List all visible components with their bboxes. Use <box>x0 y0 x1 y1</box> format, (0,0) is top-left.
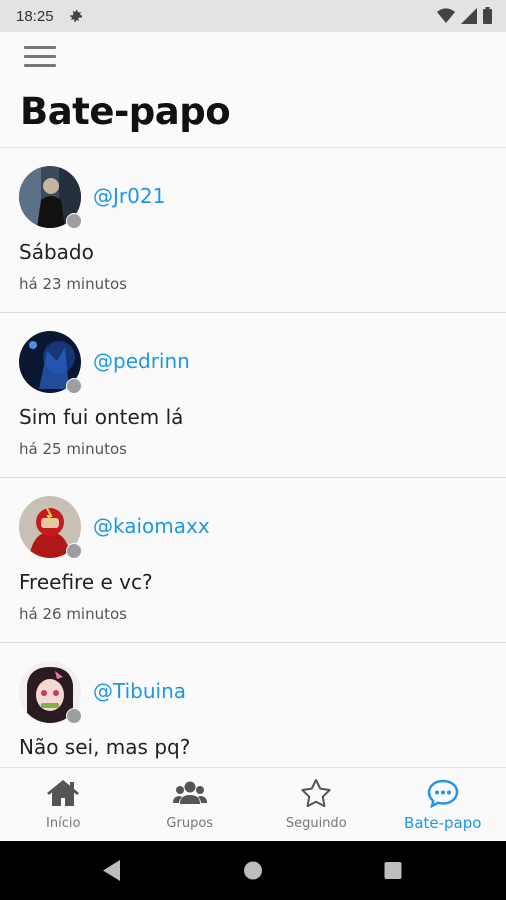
chat-username[interactable]: @Jr021 <box>93 184 165 208</box>
chat-message: Sábado <box>19 240 94 264</box>
chat-message: Não sei, mas pq? <box>19 735 191 759</box>
nav-item-seguindo[interactable]: Seguindo <box>253 768 380 842</box>
chat-username[interactable]: @kaiomaxx <box>93 514 210 538</box>
chat-list-item[interactable]: @Jr021 Sábado há 23 minutos <box>0 148 506 313</box>
recents-icon[interactable] <box>363 841 423 900</box>
bottom-navigation: Início Grupos Seguindo Bate-papo <box>0 767 506 842</box>
chat-list-item[interactable]: @pedrinn Sim fui ontem lá há 25 minutos <box>0 313 506 478</box>
avatar[interactable] <box>19 331 82 394</box>
chat-list-item[interactable]: @Tibuina Não sei, mas pq? <box>0 643 506 767</box>
nav-label: Grupos <box>166 816 214 831</box>
chat-username[interactable]: @pedrinn <box>93 349 190 373</box>
menu-icon <box>24 46 56 49</box>
page-title: Bate-papo <box>20 90 231 133</box>
chat-time: há 25 minutos <box>19 440 127 458</box>
status-time: 18:25 <box>16 7 54 25</box>
nav-item-grupos[interactable]: Grupos <box>127 768 254 842</box>
system-navigation-bar <box>0 841 506 900</box>
nav-label: Seguindo <box>285 816 347 831</box>
presence-indicator <box>66 213 82 229</box>
presence-indicator <box>66 708 82 724</box>
back-icon[interactable] <box>82 841 142 900</box>
home-button-icon[interactable] <box>223 841 283 900</box>
chat-time: há 26 minutos <box>19 605 127 623</box>
battery-icon <box>483 7 492 24</box>
chat-username[interactable]: @Tibuina <box>93 679 186 703</box>
nav-item-inicio[interactable]: Início <box>0 768 127 842</box>
wifi-icon <box>437 7 455 23</box>
home-icon <box>47 780 80 806</box>
nav-item-bate-papo[interactable]: Bate-papo <box>380 768 506 842</box>
gear-icon <box>69 10 82 22</box>
avatar[interactable] <box>19 166 82 229</box>
chat-message: Freefire e vc? <box>19 570 153 594</box>
presence-indicator <box>66 378 82 394</box>
presence-indicator <box>66 543 82 559</box>
group-icon <box>172 781 207 804</box>
status-bar: 18:25 <box>0 0 506 32</box>
star-icon <box>301 779 331 808</box>
chat-list-item[interactable]: @kaiomaxx Freefire e vc? há 26 minutos <box>0 478 506 643</box>
menu-button[interactable] <box>24 46 56 70</box>
chat-message: Sim fui ontem lá <box>19 405 184 429</box>
signal-icon <box>461 7 477 24</box>
nav-label: Início <box>46 816 81 831</box>
status-indicators <box>437 7 492 24</box>
avatar[interactable] <box>19 496 82 559</box>
chat-icon <box>427 779 458 808</box>
chat-list: @Jr021 Sábado há 23 minutos @pedrinn Sim… <box>0 148 506 767</box>
nav-label: Bate-papo <box>404 814 482 832</box>
top-bar: Bate-papo <box>0 32 506 148</box>
avatar[interactable] <box>19 661 82 724</box>
chat-time: há 23 minutos <box>19 275 127 293</box>
